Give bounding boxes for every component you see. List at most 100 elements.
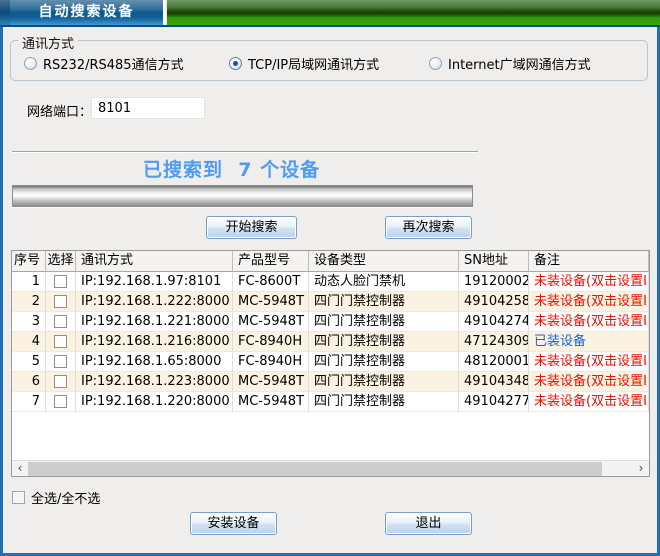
row-sn-cell: 49104348	[459, 372, 529, 392]
radio-label: TCP/IP局域网通讯方式	[248, 54, 379, 73]
row-comm-cell: IP:192.168.1.220:8000	[76, 392, 233, 412]
row-index-cell: 2	[12, 292, 46, 312]
title-bar: 自动搜索设备	[0, 0, 660, 25]
row-devicetype-cell: 动态人脸门禁机	[309, 272, 459, 292]
window-border-left	[0, 27, 3, 556]
table-row[interactable]: 5 IP:192.168.1.65:8000FC-8940H四门门禁控制器4812…	[12, 352, 649, 372]
table-row[interactable]: 6 IP:192.168.1.223:8000MC-5948T四门门禁控制器491…	[12, 372, 649, 392]
network-port-label: 网络端口：	[27, 101, 92, 120]
row-devicetype-cell: 四门门禁控制器	[309, 292, 459, 312]
row-sn-cell: 49104274	[459, 312, 529, 332]
table-header-row: 序号选择通讯方式产品型号设备类型SN地址备注	[12, 251, 649, 272]
row-remark-cell: 未装设备(双击设置IP	[529, 272, 649, 292]
table-row[interactable]: 7IP:192.168.1.220:8000MC-5948T四门门禁控制器491…	[12, 392, 649, 412]
column-header[interactable]: 序号	[12, 251, 46, 272]
table-row[interactable]: 2 IP:192.168.1.222:8000MC-5948T四门门禁控制器491…	[12, 292, 649, 312]
exit-button[interactable]: 退出	[385, 512, 472, 535]
row-model-cell: FC-8940H	[233, 332, 309, 352]
table-row[interactable]: 4IP:192.168.1.216:8000FC-8940H四门门禁控制器471…	[12, 332, 649, 352]
row-checkbox[interactable]	[54, 335, 67, 348]
select-all-checkbox[interactable]	[12, 491, 25, 504]
row-comm-cell: IP:192.168.1.222:8000	[76, 292, 233, 312]
select-all-checkbox-row[interactable]: 全选/全不选	[12, 488, 100, 507]
network-port-input[interactable]	[91, 97, 205, 119]
row-select-cell	[46, 332, 76, 352]
scroll-left-arrow-icon[interactable]: ‹	[12, 461, 28, 476]
row-select-cell	[46, 352, 76, 372]
select-all-label: 全选/全不选	[31, 488, 100, 507]
horizontal-scrollbar[interactable]: ‹ ›	[12, 460, 649, 476]
auto-search-devices-window: 自动搜索设备 通讯方式 RS232/RS485通信方式 TCP/IP局域网通讯方…	[0, 0, 660, 556]
row-devicetype-cell: 四门门禁控制器	[309, 312, 459, 332]
scroll-right-arrow-icon[interactable]: ›	[633, 461, 649, 476]
row-select-cell	[46, 292, 76, 312]
titlebar-left-segment	[0, 0, 10, 25]
row-select-cell	[46, 392, 76, 412]
radio-option-rs232[interactable]: RS232/RS485通信方式	[24, 55, 184, 71]
row-devicetype-cell: 四门门禁控制器	[309, 372, 459, 392]
row-model-cell: FC-8600T	[233, 272, 309, 292]
row-comm-cell: IP:192.168.1.221:8000	[76, 312, 233, 332]
row-select-cell	[46, 272, 76, 292]
row-comm-cell: IP:192.168.1.223:8000	[76, 372, 233, 392]
row-index-cell: 1	[12, 272, 46, 292]
row-comm-cell: IP:192.168.1.216:8000	[76, 332, 233, 352]
titlebar-underline	[0, 25, 660, 27]
row-comm-cell: IP:192.168.1.65:8000	[76, 352, 233, 372]
row-remark-cell: 未装设备(双击设置IP	[529, 312, 649, 332]
search-progress-bar	[12, 185, 473, 207]
row-devicetype-cell: 四门门禁控制器	[309, 352, 459, 372]
column-header[interactable]: 通讯方式	[76, 251, 233, 272]
row-model-cell: MC-5948T	[233, 392, 309, 412]
row-checkbox[interactable]	[54, 315, 67, 328]
radio-button-icon[interactable]	[24, 57, 37, 70]
row-checkbox[interactable]	[54, 375, 67, 388]
search-result-text: 已搜索到 7 个设备	[143, 155, 320, 182]
start-search-button[interactable]: 开始搜索	[206, 216, 297, 239]
table-row[interactable]: 1 IP:192.168.1.97:8101FC-8600T动态人脸门禁机1912…	[12, 272, 649, 292]
device-table: 序号选择通讯方式产品型号设备类型SN地址备注 1 IP:192.168.1.97:…	[11, 250, 650, 477]
row-model-cell: MC-5948T	[233, 372, 309, 392]
row-index-cell: 6	[12, 372, 46, 392]
scrollbar-thumb[interactable]	[28, 462, 602, 476]
row-sn-cell: 47124309	[459, 332, 529, 352]
column-header[interactable]: SN地址	[459, 251, 529, 272]
install-device-button[interactable]: 安装设备	[190, 512, 277, 535]
row-comm-cell: IP:192.168.1.97:8101	[76, 272, 233, 292]
comm-group-legend: 通讯方式	[18, 33, 78, 52]
titlebar-green-bar	[167, 0, 660, 25]
column-header[interactable]: 设备类型	[309, 251, 459, 272]
column-header[interactable]: 选择	[46, 251, 76, 272]
row-checkbox[interactable]	[54, 395, 67, 408]
row-devicetype-cell: 四门门禁控制器	[309, 332, 459, 352]
column-header[interactable]: 备注	[529, 251, 649, 272]
table-body: 1 IP:192.168.1.97:8101FC-8600T动态人脸门禁机1912…	[12, 272, 649, 412]
radio-button-icon[interactable]	[429, 57, 442, 70]
row-remark-cell: 未装设备(双击设置IP	[529, 392, 649, 412]
row-checkbox[interactable]	[54, 355, 67, 368]
radio-option-internet[interactable]: Internet广域网通信方式	[429, 55, 591, 71]
row-remark-cell: 未装设备(双击设置IP	[529, 292, 649, 312]
separator-line	[12, 151, 478, 153]
row-model-cell: FC-8940H	[233, 352, 309, 372]
row-sn-cell: 48120001	[459, 352, 529, 372]
row-remark-cell: 未装设备(双击设置IP	[529, 352, 649, 372]
table-row[interactable]: 3 IP:192.168.1.221:8000MC-5948T四门门禁控制器491…	[12, 312, 649, 332]
row-sn-cell: 19120002	[459, 272, 529, 292]
radio-label: RS232/RS485通信方式	[43, 54, 184, 73]
row-remark-cell: 已装设备	[529, 332, 649, 352]
row-index-cell: 3	[12, 312, 46, 332]
search-again-button[interactable]: 再次搜索	[385, 216, 472, 239]
row-model-cell: MC-5948T	[233, 312, 309, 332]
row-remark-cell: 未装设备(双击设置IP	[529, 372, 649, 392]
row-model-cell: MC-5948T	[233, 292, 309, 312]
row-sn-cell: 49104258	[459, 292, 529, 312]
radio-label: Internet广域网通信方式	[448, 54, 591, 73]
radio-option-tcpip[interactable]: TCP/IP局域网通讯方式	[229, 55, 379, 71]
row-index-cell: 5	[12, 352, 46, 372]
window-title-tab[interactable]: 自动搜索设备	[10, 0, 165, 25]
row-checkbox[interactable]	[54, 295, 67, 308]
row-checkbox[interactable]	[54, 275, 67, 288]
radio-button-icon[interactable]	[229, 57, 242, 70]
column-header[interactable]: 产品型号	[233, 251, 309, 272]
